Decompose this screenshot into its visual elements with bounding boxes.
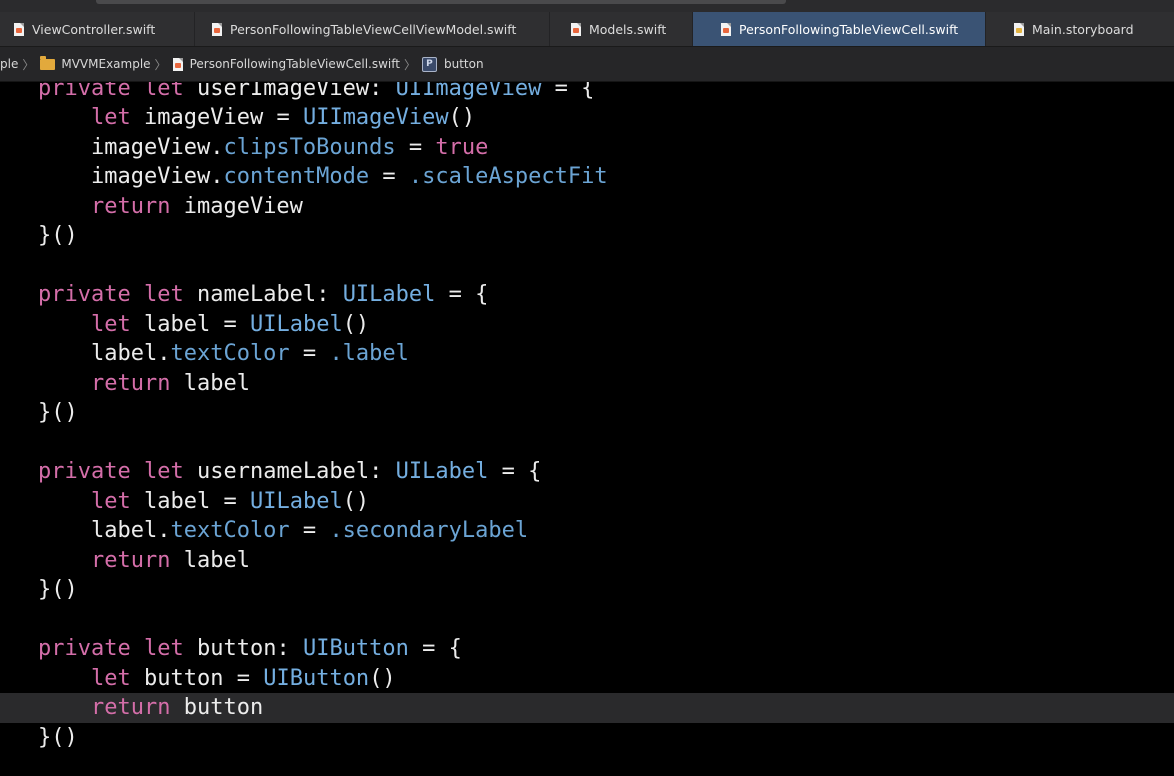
code-editor[interactable]: private let userImageView: UIImageView =… (0, 82, 1174, 776)
tab-viewcontroller[interactable]: ViewController.swift (0, 12, 195, 46)
storyboard-file-icon (1014, 22, 1024, 36)
tab-label: PersonFollowingTableViewCell.swift (739, 21, 959, 37)
code-line: private let button: UIButton = { (38, 636, 462, 661)
code-line: label.textColor = .secondaryLabel (90, 518, 529, 543)
code-line: imageView.contentMode = .scaleAspectFit (90, 164, 608, 189)
editor-tab-bar: ViewController.swift PersonFollowingTabl… (0, 12, 1174, 47)
code-line: private let usernameLabel: UILabel = { (38, 459, 542, 484)
breadcrumb-symbol-label: button (443, 57, 484, 71)
swift-file-icon (721, 22, 731, 36)
code-line: private let nameLabel: UILabel = { (38, 282, 489, 307)
tab-viewmodel[interactable]: PersonFollowingTableViewCellViewModel.sw… (195, 12, 550, 46)
tab-label: Main.storyboard (1032, 21, 1134, 37)
swift-file-icon (571, 22, 581, 36)
breadcrumb-project[interactable]: ple (0, 57, 18, 71)
tab-scroll-indicator[interactable] (96, 0, 786, 4)
window-top-strip (0, 0, 1174, 12)
code-line: return label (90, 370, 250, 396)
swift-file-icon (14, 22, 24, 36)
code-line: let imageView = UIImageView() (90, 105, 476, 130)
code-line: return imageView (90, 193, 303, 219)
tab-label: Models.swift (589, 21, 667, 37)
code-line: let label = UILabel() (90, 488, 370, 514)
code-line: }() (38, 577, 78, 602)
tab-storyboard[interactable]: Main.storyboard (986, 12, 1174, 46)
breadcrumb-file[interactable]: PersonFollowingTableViewCell.swift (172, 57, 400, 71)
code-line: let label = UILabel() (90, 311, 370, 337)
tab-label: ViewController.swift (32, 21, 156, 37)
code-line: label.textColor = .label (90, 341, 409, 366)
property-icon: P (421, 56, 437, 72)
breadcrumb-symbol[interactable]: P button (421, 56, 484, 72)
breadcrumb-group[interactable]: MVVMExample (40, 55, 151, 71)
tab-cell-active[interactable]: PersonFollowingTableViewCell.swift (693, 12, 986, 46)
code-line: imageView.clipsToBounds = true (90, 134, 489, 160)
tab-models[interactable]: Models.swift (550, 12, 693, 46)
folder-icon (40, 55, 56, 70)
chevron-right-icon: 〉 (403, 57, 416, 72)
swift-file-icon (212, 22, 222, 36)
breadcrumb-group-label: MVVMExample (61, 57, 151, 71)
code-line: }() (38, 724, 78, 750)
code-line: let button = UIButton() (90, 665, 396, 691)
code-line: }() (38, 400, 78, 425)
code-line: }() (38, 223, 78, 248)
code-line: private let userImageView: UIImageView =… (38, 82, 595, 101)
jump-bar-breadcrumb: ple 〉 MVVMExample 〉 PersonFollowingTable… (0, 47, 1174, 82)
tab-label: PersonFollowingTableViewCellViewModel.sw… (230, 21, 517, 37)
chevron-right-icon: 〉 (22, 57, 35, 72)
swift-file-icon (172, 57, 183, 71)
breadcrumb-project-label: ple (0, 57, 19, 71)
chevron-right-icon: 〉 (154, 57, 167, 72)
current-code-line[interactable]: return button (0, 693, 1174, 723)
code-line: return label (90, 547, 250, 573)
breadcrumb-file-label: PersonFollowingTableViewCell.swift (189, 57, 400, 71)
